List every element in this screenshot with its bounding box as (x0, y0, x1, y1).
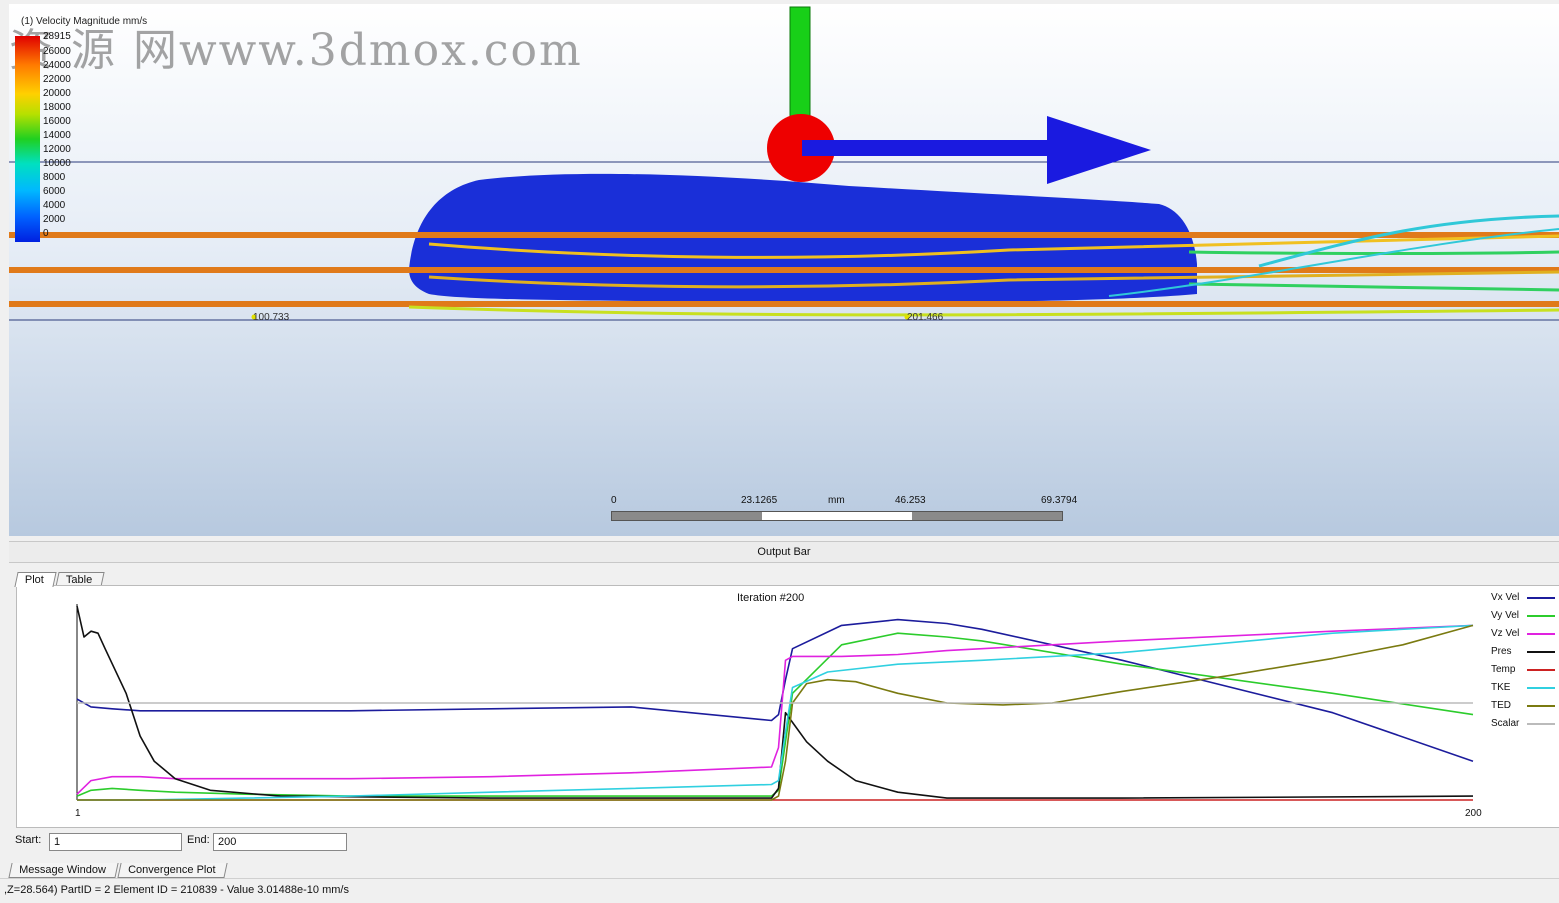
legend-swatch (1527, 633, 1555, 635)
legend-swatch (1527, 597, 1555, 599)
legend-tick: 6000 (43, 186, 66, 197)
series-line-vz-vel (76, 624, 1474, 795)
tab-plot-label: Plot (24, 574, 44, 586)
convergence-plot[interactable]: Iteration #200 1 200 Vx Vel Vy Vel Vz Vel P… (16, 585, 1559, 828)
legend-tick: 4000 (43, 200, 66, 211)
legend-item: TED (1491, 700, 1559, 718)
color-legend: (1) Velocity Magnitude mm/s 28915 26000 2… (15, 12, 147, 242)
3d-viewport[interactable]: 资 源 网www.3dmox.com (1) Velocity Magnitud… (9, 4, 1559, 536)
scale-label-1: 23.1265 (741, 495, 778, 506)
legend-item-label: Pres (1491, 646, 1512, 657)
x-axis-arrowhead (1047, 116, 1151, 184)
legend-swatch (1527, 687, 1555, 689)
tab-message-window-label: Message Window (19, 864, 106, 876)
legend-tick: 20000 (43, 88, 71, 99)
tab-message-window[interactable]: Message Window (8, 863, 119, 878)
series-line-vx-vel (76, 618, 1474, 762)
legend-swatch (1527, 705, 1555, 707)
status-bar: ,Z=28.564) PartID = 2 Element ID = 21083… (0, 878, 1559, 903)
tab-convergence-plot-label: Convergence Plot (128, 864, 216, 876)
legend-tick: 16000 (43, 116, 71, 127)
legend-item-label: Vx Vel (1491, 592, 1520, 603)
streamline-8 (1188, 282, 1559, 292)
scale-label-3: 69.3794 (1041, 495, 1078, 506)
flow-scene (9, 6, 1559, 321)
series-line-tke (77, 624, 1474, 801)
legend-tick: 0 (43, 228, 49, 239)
legend-tick: 2000 (43, 214, 66, 225)
legend-tick: 14000 (43, 130, 71, 141)
legend-swatch (1527, 651, 1555, 653)
bottom-tabs: Message Window Convergence Plot (8, 860, 229, 878)
legend-tick: 24000 (43, 60, 71, 71)
start-label: Start: (15, 834, 42, 846)
legend-swatch (1527, 723, 1555, 725)
legend-swatch (1527, 615, 1555, 617)
legend-tick: 8000 (43, 172, 66, 183)
plot-tabs: Plot Table (14, 570, 106, 587)
legend-max: 28915 (43, 31, 71, 42)
scale-unit: mm (828, 495, 845, 506)
end-label: End: (187, 834, 210, 846)
convergence-chart (76, 604, 1474, 801)
scale-bar (611, 511, 1063, 521)
series-line-ted (77, 624, 1474, 801)
plot-legend: Vx Vel Vy Vel Vz Vel Pres Temp TKE TED Scalar (1491, 592, 1559, 736)
streamline-7 (1188, 250, 1559, 255)
legend-item: Vy Vel (1491, 610, 1559, 628)
legend-tick: 26000 (43, 46, 71, 57)
end-input[interactable]: 200 (213, 833, 347, 851)
legend-color-bar (15, 36, 40, 242)
legend-item-label: TKE (1491, 682, 1511, 693)
x-axis-shaft (802, 140, 1047, 156)
legend-item-label: Scalar (1491, 718, 1520, 729)
legend-tick: 18000 (43, 102, 71, 113)
legend-tick: 12000 (43, 144, 71, 155)
legend-item: Vx Vel (1491, 592, 1559, 610)
streamline-6 (408, 305, 1559, 317)
legend-tick: 10000 (43, 158, 71, 169)
start-input[interactable]: 1 (49, 833, 182, 851)
legend-item-label: TED (1491, 700, 1511, 711)
x-tick-label-start: 1 (75, 808, 81, 819)
legend-item: Vz Vel (1491, 628, 1559, 646)
scale-label-2: 46.253 (895, 495, 926, 506)
legend-item-label: Temp (1491, 664, 1516, 675)
tab-convergence-plot[interactable]: Convergence Plot (117, 863, 229, 878)
x-tick-label-end: 200 (1465, 808, 1482, 819)
probe-label-2: 201.466 (907, 312, 944, 323)
tab-plot[interactable]: Plot (14, 572, 57, 587)
legend-item: Scalar (1491, 718, 1559, 736)
series-line-vy-vel (76, 632, 1474, 797)
legend-item: Pres (1491, 646, 1559, 664)
legend-swatch (1527, 669, 1555, 671)
axis-triad (767, 6, 1151, 184)
output-bar-header[interactable]: Output Bar (9, 541, 1559, 563)
probe-label-1: 100.733 (253, 312, 290, 323)
legend-item: TKE (1491, 682, 1559, 700)
legend-item-label: Vz Vel (1491, 628, 1520, 639)
legend-tick: 22000 (43, 74, 71, 85)
scale-label-0: 0 (611, 495, 617, 506)
legend-item-label: Vy Vel (1491, 610, 1519, 621)
legend-title: (1) Velocity Magnitude mm/s (21, 16, 148, 27)
legend-item: Temp (1491, 664, 1559, 682)
